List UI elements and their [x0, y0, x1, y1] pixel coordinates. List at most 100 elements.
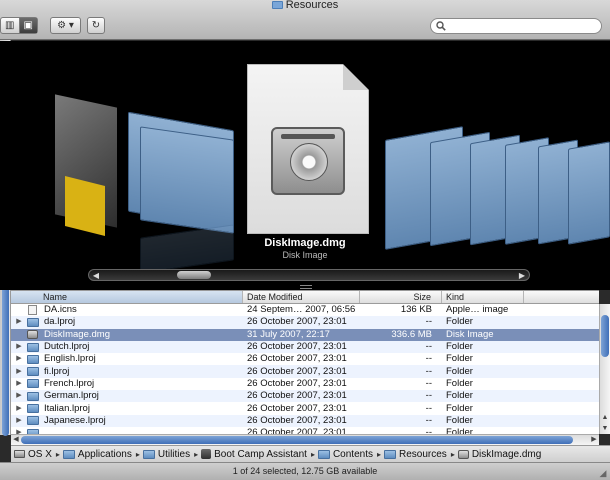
- coverflow-panel[interactable]: DiskImage.dmg Disk Image ◀ ▶: [0, 41, 610, 290]
- folder-icon: [62, 449, 75, 459]
- file-kind: Folder: [446, 341, 473, 353]
- list-scroll-thumb[interactable]: [601, 315, 609, 357]
- path-crumb[interactable]: Applications: [62, 449, 132, 460]
- coverflow-resize-grip[interactable]: [300, 285, 312, 289]
- file-date-modified: 26 October 2007, 23:01: [247, 390, 347, 402]
- disk-platter: [290, 143, 328, 181]
- path-crumb[interactable]: OS X: [14, 449, 52, 460]
- path-crumb-label: DiskImage.dmg: [471, 448, 542, 460]
- icon-view-button[interactable]: ▥: [1, 18, 20, 33]
- file-size: --: [425, 316, 432, 328]
- list-hscroll-thumb[interactable]: [21, 436, 573, 444]
- coverflow-view-button[interactable]: ▣: [19, 18, 37, 33]
- file-kind: Folder: [446, 377, 473, 389]
- file-name: fi.lproj: [44, 365, 70, 377]
- path-crumb[interactable]: Contents: [317, 449, 373, 460]
- path-separator-icon: ▸: [55, 449, 60, 459]
- file-row[interactable]: ▶ Japanese.lproj 26 October 2007, 23:01 -- F…: [11, 414, 599, 427]
- file-kind: Apple… image: [446, 304, 509, 316]
- file-name: German.lproj: [44, 390, 99, 402]
- column-header-filler: [524, 291, 599, 303]
- window-toolbar: Resources ▥ ▣ ⚙ ▾ ↻: [0, 0, 610, 40]
- path-crumb[interactable]: Utilities: [142, 448, 191, 460]
- file-icon-cell: [27, 367, 41, 377]
- file-name: English.lproj: [44, 353, 96, 365]
- disclosure-triangle-icon[interactable]: ▶: [11, 415, 27, 427]
- column-header-name[interactable]: Name: [11, 291, 243, 303]
- file-date-modified: 31 July 2007, 22:17: [247, 328, 330, 340]
- folder-icon: [271, 1, 283, 10]
- file-name: da.lproj: [44, 316, 76, 328]
- column-header-kind[interactable]: Kind: [442, 291, 524, 303]
- disclosure-triangle-icon[interactable]: ▶: [11, 366, 27, 378]
- file-row[interactable]: DA.icns 24 Septem… 2007, 06:56 136 KB Apple…: [11, 304, 599, 316]
- file-kind: Folder: [446, 402, 473, 414]
- file-icon-cell: [27, 379, 41, 389]
- file-size: --: [425, 353, 432, 365]
- scroll-up-arrow-icon[interactable]: ▲: [600, 413, 610, 423]
- path-crumb-label: Utilities: [157, 448, 191, 460]
- disk-image-icon: [271, 127, 345, 195]
- column-header-size[interactable]: Size: [360, 291, 442, 303]
- file-name: Dutch.lproj: [44, 341, 90, 353]
- file-row[interactable]: ▶ French.lproj 26 October 2007, 23:01 -- Fol…: [11, 378, 599, 390]
- coverflow-scrollbar[interactable]: ◀ ▶: [88, 269, 530, 281]
- disclosure-triangle-icon[interactable]: ▶: [11, 390, 27, 402]
- path-crumb-label: Resources: [399, 448, 447, 460]
- file-kind: Folder: [446, 316, 473, 328]
- file-row[interactable]: ▶ da.lproj 26 October 2007, 23:01 -- Folder: [11, 316, 599, 329]
- scroll-right-arrow-icon[interactable]: ▶: [516, 270, 528, 280]
- disclosure-triangle-icon[interactable]: ▶: [11, 316, 27, 328]
- file-row[interactable]: ▶ Italian.lproj 26 October 2007, 23:01 -- Fo…: [11, 402, 599, 414]
- coverflow-scroll-thumb[interactable]: [177, 271, 212, 279]
- search-icon: [436, 21, 446, 31]
- path-crumb-label: OS X: [28, 448, 52, 460]
- path-crumb[interactable]: Resources: [384, 449, 447, 460]
- file-row[interactable]: ▶ English.lproj 26 October 2007, 23:01 -- Fo…: [11, 353, 599, 365]
- list-horizontal-scrollbar[interactable]: ◀ ▶: [11, 434, 599, 445]
- file-kind: Folder: [446, 414, 473, 426]
- folder-icon: [27, 416, 39, 426]
- action-menu-button[interactable]: ⚙ ▾: [50, 17, 81, 34]
- list-vertical-scrollbar[interactable]: ▲ ▼: [599, 304, 610, 434]
- column-header-date[interactable]: Date Modified: [243, 291, 360, 303]
- folder-icon: [27, 342, 39, 352]
- path-crumb[interactable]: DiskImage.dmg: [457, 448, 542, 460]
- file-row[interactable]: ▶ fi.lproj 26 October 2007, 23:01 -- Folder: [11, 365, 599, 378]
- file-row[interactable]: DiskImage.dmg 31 July 2007, 22:17 336.6 MB…: [11, 328, 599, 341]
- file-name: French.lproj: [44, 377, 95, 389]
- path-separator-icon: ▸: [135, 449, 140, 459]
- disclosure-triangle-icon[interactable]: ▶: [11, 403, 27, 415]
- file-kind: Folder: [446, 390, 473, 402]
- file-list: DA.icns 24 Septem… 2007, 06:56 136 KB Apple…: [11, 304, 599, 435]
- resize-grip-icon[interactable]: ◢: [598, 468, 608, 478]
- disk-label-bar: [281, 134, 335, 139]
- scroll-right-arrow-icon[interactable]: ▶: [589, 435, 599, 445]
- file-date-modified: 26 October 2007, 23:01: [247, 341, 347, 353]
- folder-icon: [140, 126, 234, 234]
- folder-icon: [142, 449, 155, 459]
- folder-icon: [384, 449, 396, 459]
- folder-icon: [27, 317, 39, 327]
- file-icon-cell: [27, 317, 41, 327]
- file-row[interactable]: ▶ Dutch.lproj 26 October 2007, 23:01 -- Fold…: [11, 340, 599, 354]
- scroll-down-arrow-icon[interactable]: ▼: [600, 424, 610, 434]
- coverflow-item-selected[interactable]: [247, 64, 369, 234]
- disclosure-triangle-icon[interactable]: ▶: [11, 378, 27, 390]
- disk-image-icon: [457, 449, 469, 459]
- coverflow-subcaption: Disk Image: [282, 250, 328, 260]
- file-date-modified: 26 October 2007, 23:01: [247, 316, 347, 328]
- scroll-left-arrow-icon[interactable]: ◀: [11, 435, 21, 445]
- file-icon-cell: [27, 391, 41, 401]
- search-field[interactable]: [430, 18, 602, 34]
- path-crumb[interactable]: Boot Camp Assistant: [201, 449, 307, 460]
- disclosure-triangle-icon[interactable]: ▶: [11, 353, 27, 365]
- refresh-button[interactable]: ↻: [87, 17, 105, 34]
- folder-reflection: [140, 224, 234, 274]
- status-text: 1 of 24 selected, 12.75 GB available: [232, 466, 378, 476]
- file-row[interactable]: ▶ German.lproj 26 October 2007, 23:01 -- Fol…: [11, 390, 599, 403]
- search-input[interactable]: [449, 20, 601, 32]
- path-separator-icon: ▸: [194, 449, 199, 459]
- disclosure-triangle-icon[interactable]: ▶: [11, 341, 27, 353]
- scroll-left-arrow-icon[interactable]: ◀: [90, 270, 102, 280]
